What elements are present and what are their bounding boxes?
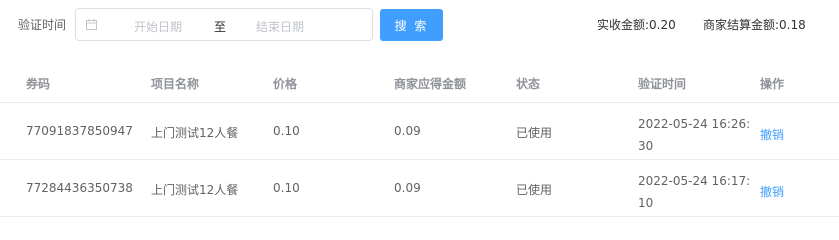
calendar-icon (86, 19, 97, 30)
verify-time: 2022-05-24 16:17:10 (638, 174, 751, 210)
date-range-separator: 至 (214, 20, 227, 34)
merchant-amount: 0.09 (394, 181, 421, 195)
actual-amount: 实收金额:0.20 (597, 18, 676, 32)
filter-bar: 验证时间 开始日期 至 结束日期 搜 索 实收金额:0.20 商家结算金额:0.… (0, 0, 839, 48)
table-header: 券码 项目名称 价格 商家应得金额 状态 验证时间 操作 (0, 63, 839, 103)
header-action: 操作 (760, 77, 785, 91)
table-row: 77091837850947 上门测试12人餐 0.10 0.09 已使用 20… (0, 103, 839, 160)
verification-table: 券码 项目名称 价格 商家应得金额 状态 验证时间 操作 77091837850… (0, 63, 839, 217)
merchant-amount: 0.09 (394, 124, 421, 138)
coupon-code: 77091837850947 (26, 124, 133, 138)
header-price: 价格 (273, 77, 298, 91)
header-name: 项目名称 (151, 77, 200, 91)
header-merchant-amount: 商家应得金额 (394, 77, 467, 91)
item-name: 上门测试12人餐 (151, 183, 239, 197)
verify-time: 2022-05-24 16:26:30 (638, 117, 751, 153)
status: 已使用 (516, 126, 553, 140)
price: 0.10 (273, 124, 300, 138)
header-code: 券码 (26, 77, 51, 91)
price: 0.10 (273, 181, 300, 195)
item-name: 上门测试12人餐 (151, 126, 239, 140)
revoke-link[interactable]: 撤销 (760, 183, 784, 200)
date-range-picker[interactable]: 开始日期 至 结束日期 (75, 8, 373, 41)
revoke-link[interactable]: 撤销 (760, 126, 784, 143)
header-status: 状态 (516, 77, 541, 91)
merchant-settle-amount: 商家结算金额:0.18 (703, 18, 806, 32)
search-button[interactable]: 搜 索 (380, 9, 443, 41)
table-row: 77284436350738 上门测试12人餐 0.10 0.09 已使用 20… (0, 160, 839, 217)
end-date-input[interactable]: 结束日期 (256, 18, 336, 35)
verify-time-label: 验证时间 (18, 18, 67, 32)
coupon-code: 77284436350738 (26, 181, 133, 195)
status: 已使用 (516, 183, 553, 197)
header-verify-time: 验证时间 (638, 77, 687, 91)
start-date-input[interactable]: 开始日期 (134, 18, 214, 35)
